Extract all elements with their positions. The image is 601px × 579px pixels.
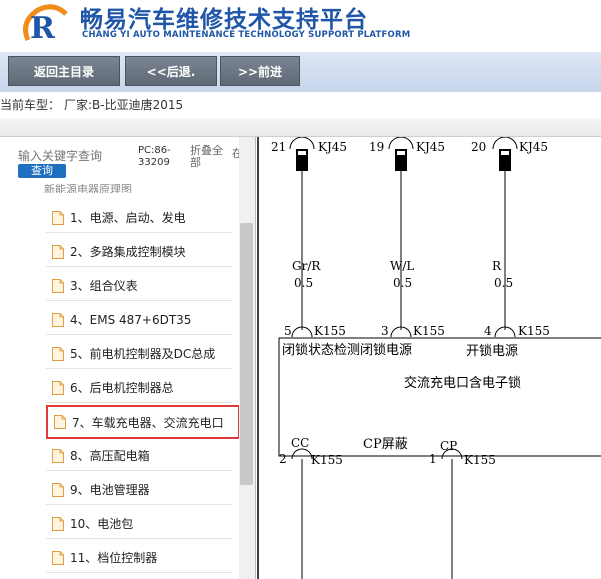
wiring-diagram: 21 KJ45 Gr/R 0.5 19 KJ45 W/L 0.5 20 KJ45…: [256, 137, 601, 579]
sidebar-scroll-thumb[interactable]: [240, 223, 253, 485]
box-title: 交流充电口含电子锁: [404, 375, 521, 391]
wire-color: W/L: [390, 259, 414, 273]
connector-label: KJ45: [416, 140, 445, 154]
pin-number: 4: [484, 324, 492, 338]
wire-gauge: 0.5: [393, 276, 412, 290]
collapse-all-link[interactable]: 折叠全部: [190, 145, 228, 169]
pin-number: 1: [429, 452, 437, 466]
file-icon: [52, 244, 64, 259]
tree-item-10[interactable]: 10、电池包: [46, 509, 232, 539]
brand-logo-icon: R: [23, 4, 68, 44]
brand-title: 畅易汽车维修技术支持平台: [80, 7, 368, 33]
wire-gauge: 0.5: [294, 276, 313, 290]
tree-item-1[interactable]: 1、电源、启动、发电: [46, 203, 232, 233]
connector-label: K155: [413, 324, 445, 338]
current-model-bar: 当前车型： 厂家:B-比亚迪唐2015: [0, 95, 601, 115]
tree-item-6[interactable]: 6、后电机控制器总: [46, 373, 232, 403]
signal-label: CC: [291, 436, 309, 450]
nav-bar: 返回主目录 <<后退. >>前进: [0, 52, 601, 92]
tree-item-label: 7、车载充电器、交流充电口: [72, 415, 224, 430]
connector-label: K155: [311, 453, 343, 467]
signal-label: CP屏蔽: [363, 437, 408, 452]
tree-item-label: 10、电池包: [70, 517, 134, 531]
connector-label: K155: [518, 324, 550, 338]
pin-number: 3: [381, 324, 389, 338]
current-model-value: 厂家:B-比亚迪唐2015: [64, 98, 184, 112]
pc-code: PC:86-33209: [138, 145, 171, 168]
current-model-label: 当前车型：: [0, 98, 61, 112]
home-button[interactable]: 返回主目录: [8, 56, 120, 86]
file-icon: [52, 380, 64, 395]
connector-label: K155: [314, 324, 346, 338]
svg-text:R: R: [30, 11, 56, 44]
connector-label: KJ45: [318, 140, 347, 154]
toolbar-strip: [0, 118, 601, 137]
file-icon: [52, 278, 64, 293]
file-icon: [52, 448, 64, 463]
tree-item-label: 11、档位控制器: [70, 551, 158, 565]
tree-item-7-selected[interactable]: 7、车载充电器、交流充电口: [46, 405, 240, 439]
sidebar: 查询 PC:86-33209 折叠全部 在 新能源电器原理图 1、电源、启动、发…: [0, 137, 256, 579]
tree-item-11[interactable]: 11、档位控制器: [46, 543, 232, 573]
box-label: 开锁电源: [466, 343, 518, 359]
tree-item-label: 9、电池管理器: [70, 483, 150, 497]
tree-folder-item[interactable]: 新能源电器原理图: [44, 181, 224, 193]
file-icon: [52, 482, 64, 497]
header: R 畅易汽车维修技术支持平台 CHANG YI AUTO MAINTENANCE…: [0, 0, 601, 52]
wire-gauge: 0.5: [494, 276, 513, 290]
wiring-diagram-svg: 21 KJ45 Gr/R 0.5 19 KJ45 W/L 0.5 20 KJ45…: [257, 137, 601, 579]
tree-item-5[interactable]: 5、前电机控制器及DC总成: [46, 339, 232, 369]
tree-item-label: 2、多路集成控制模块: [70, 245, 186, 259]
brand-subtitle: CHANG YI AUTO MAINTENANCE TECHNOLOGY SUP…: [82, 30, 411, 40]
tree-item-label: 3、组合仪表: [70, 279, 138, 293]
file-icon: [52, 312, 64, 327]
forward-button[interactable]: >>前进: [220, 56, 300, 86]
pin-number: 20: [471, 140, 486, 154]
pin-number: 2: [279, 452, 287, 466]
pin-number: 19: [369, 140, 384, 154]
signal-label: CP: [440, 439, 457, 453]
connector-label: K155: [464, 453, 496, 467]
file-icon: [52, 210, 64, 225]
tree-item-4[interactable]: 4、EMS 487+6DT35: [46, 305, 232, 335]
connector-kj45-19: 19 KJ45 W/L 0.5: [369, 137, 445, 330]
tree-item-9[interactable]: 9、电池管理器: [46, 475, 232, 505]
pin-number: 21: [271, 140, 286, 154]
tree-item-label: 4、EMS 487+6DT35: [70, 313, 192, 327]
file-icon: [52, 550, 64, 565]
tree-item-2[interactable]: 2、多路集成控制模块: [46, 237, 232, 267]
connector-kj45-21: 21 KJ45 Gr/R 0.5: [271, 137, 347, 330]
tree-item-label: 6、后电机控制器总: [70, 381, 174, 395]
tree-item-label: 1、电源、启动、发电: [70, 211, 186, 225]
wire-color: R: [492, 259, 502, 273]
tree-item-8[interactable]: 8、高压配电箱: [46, 441, 232, 471]
search-input[interactable]: [18, 147, 104, 165]
file-icon: [52, 516, 64, 531]
wire-color: Gr/R: [292, 259, 321, 273]
back-button[interactable]: <<后退.: [125, 56, 217, 86]
file-icon: [52, 346, 64, 361]
tree-item-label: 5、前电机控制器及DC总成: [70, 347, 216, 361]
tree-item-label: 8、高压配电箱: [70, 449, 150, 463]
connector-label: KJ45: [519, 140, 548, 154]
connector-kj45-20: 20 KJ45 R 0.5: [471, 137, 548, 330]
pin-number: 5: [284, 324, 292, 338]
tree-item-3[interactable]: 3、组合仪表: [46, 271, 232, 301]
box-label: 闭锁状态检测闭锁电源: [282, 342, 412, 358]
file-icon: [54, 415, 66, 429]
search-button[interactable]: 查询: [18, 164, 66, 178]
